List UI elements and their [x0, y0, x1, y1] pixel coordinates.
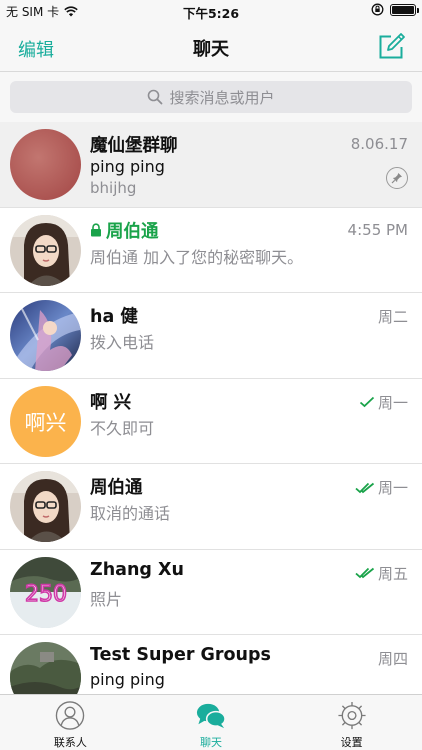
search-icon [148, 89, 163, 105]
tab-contacts[interactable]: 联系人 [0, 695, 141, 750]
chat-time-text: 周五 [377, 564, 408, 583]
chat-time: 周一 [359, 392, 408, 413]
chat-name: ha 健 [90, 307, 138, 327]
check-sent-icon [359, 396, 375, 408]
check-read-icon [355, 567, 375, 579]
tab-chats[interactable]: 聊天 [141, 695, 282, 750]
chat-preview: 拨入电话 [90, 333, 155, 352]
chat-preview: 取消的通话 [90, 504, 171, 523]
tab-settings[interactable]: 设置 [281, 695, 422, 750]
chat-row[interactable]: 啊兴 啊 兴 不久即可 周一 [0, 379, 422, 464]
contacts-icon [56, 701, 85, 730]
lock-icon [91, 223, 101, 237]
avatar-landscape-photo [10, 642, 81, 694]
check-read-icon [355, 482, 375, 493]
chat-time-text: 周二 [377, 308, 408, 326]
compose-icon[interactable] [376, 32, 406, 62]
avatar-photo-text: 250 [25, 582, 67, 607]
avatar-girl-photo [10, 471, 81, 542]
chat-name: 啊 兴 [90, 392, 132, 413]
chat-sender: ping ping [90, 670, 165, 689]
avatar-group-red [10, 129, 81, 200]
chat-time: 周二 [378, 306, 408, 327]
chat-preview: 不久即可 [90, 418, 155, 438]
battery-icon [390, 3, 419, 16]
chat-row[interactable]: ha 健 拨入电话 周二 [0, 293, 422, 379]
search-placeholder: 搜索消息或用户 [169, 88, 275, 107]
avatar-game-art [10, 300, 81, 371]
chat-time-text: 4:55 PM [347, 220, 408, 239]
status-bar: 无 SIM 卡 下午5:26 [0, 0, 422, 22]
tab-label: 设置 [340, 736, 363, 749]
avatar-250-photo: 250 [10, 556, 81, 628]
search-input[interactable]: 搜索消息或用户 [10, 81, 412, 113]
chat-row-secret[interactable]: 周伯通 周伯通 加入了您的秘密聊天。 4:55 PM [0, 208, 422, 293]
chat-list: 魔仙堡群聊 ping ping bhijhg 8.06.17 周伯通 周伯通 加… [0, 122, 422, 694]
edit-button[interactable]: 编辑 [18, 36, 54, 62]
chats-icon [196, 703, 226, 729]
avatar-initials: 啊兴 [10, 385, 81, 457]
chat-name: 魔仙堡群聊 [90, 136, 178, 156]
chat-time-text: 周四 [377, 650, 408, 668]
chat-preview: bhijhg [90, 179, 137, 197]
chat-name-text: 周伯通 [106, 221, 159, 242]
battery-fill [392, 5, 414, 14]
pin-icon [386, 167, 408, 189]
tab-bar: 联系人 聊天 设置 [0, 694, 422, 750]
chat-name: Zhang Xu [90, 559, 184, 580]
chat-time: 周四 [378, 648, 408, 669]
chat-row[interactable]: Test Super Groups ping ping 周四 [0, 635, 422, 694]
tab-label: 联系人 [53, 736, 87, 749]
avatar-girl-photo [10, 214, 81, 286]
chat-name: 周伯通 [90, 478, 143, 498]
tab-label: 聊天 [200, 736, 222, 749]
chat-time: 4:55 PM [348, 221, 408, 239]
chat-name-secret: 周伯通 [90, 218, 159, 243]
chat-sender: ping ping [90, 157, 165, 176]
nav-bar: 编辑 聊天 [0, 22, 422, 72]
chat-row[interactable]: 周伯通 取消的通话 周一 [0, 464, 422, 550]
page-title: 聊天 [193, 39, 229, 60]
chat-preview: 照片 [90, 589, 123, 609]
chat-name: Test Super Groups [90, 645, 271, 665]
chat-time-text: 周一 [377, 393, 408, 412]
avatar-initials-text: 啊兴 [25, 411, 67, 435]
settings-icon [338, 701, 366, 730]
chat-time-text: 周一 [377, 479, 408, 497]
status-time: 下午5:26 [182, 6, 240, 21]
chat-time: 周五 [355, 563, 408, 584]
chat-time-text: 8.06.17 [350, 135, 408, 153]
orientation-lock-icon [371, 3, 384, 16]
search-bar: 搜索消息或用户 [0, 72, 422, 122]
chat-row[interactable]: 250 Zhang Xu 照片 周五 [0, 550, 422, 635]
chat-time: 周一 [355, 477, 408, 498]
status-right [371, 3, 419, 16]
chat-row-group-pinned[interactable]: 魔仙堡群聊 ping ping bhijhg 8.06.17 [0, 122, 422, 208]
chat-time: 8.06.17 [351, 135, 408, 153]
chat-preview: 周伯通 加入了您的秘密聊天。 [90, 247, 304, 267]
